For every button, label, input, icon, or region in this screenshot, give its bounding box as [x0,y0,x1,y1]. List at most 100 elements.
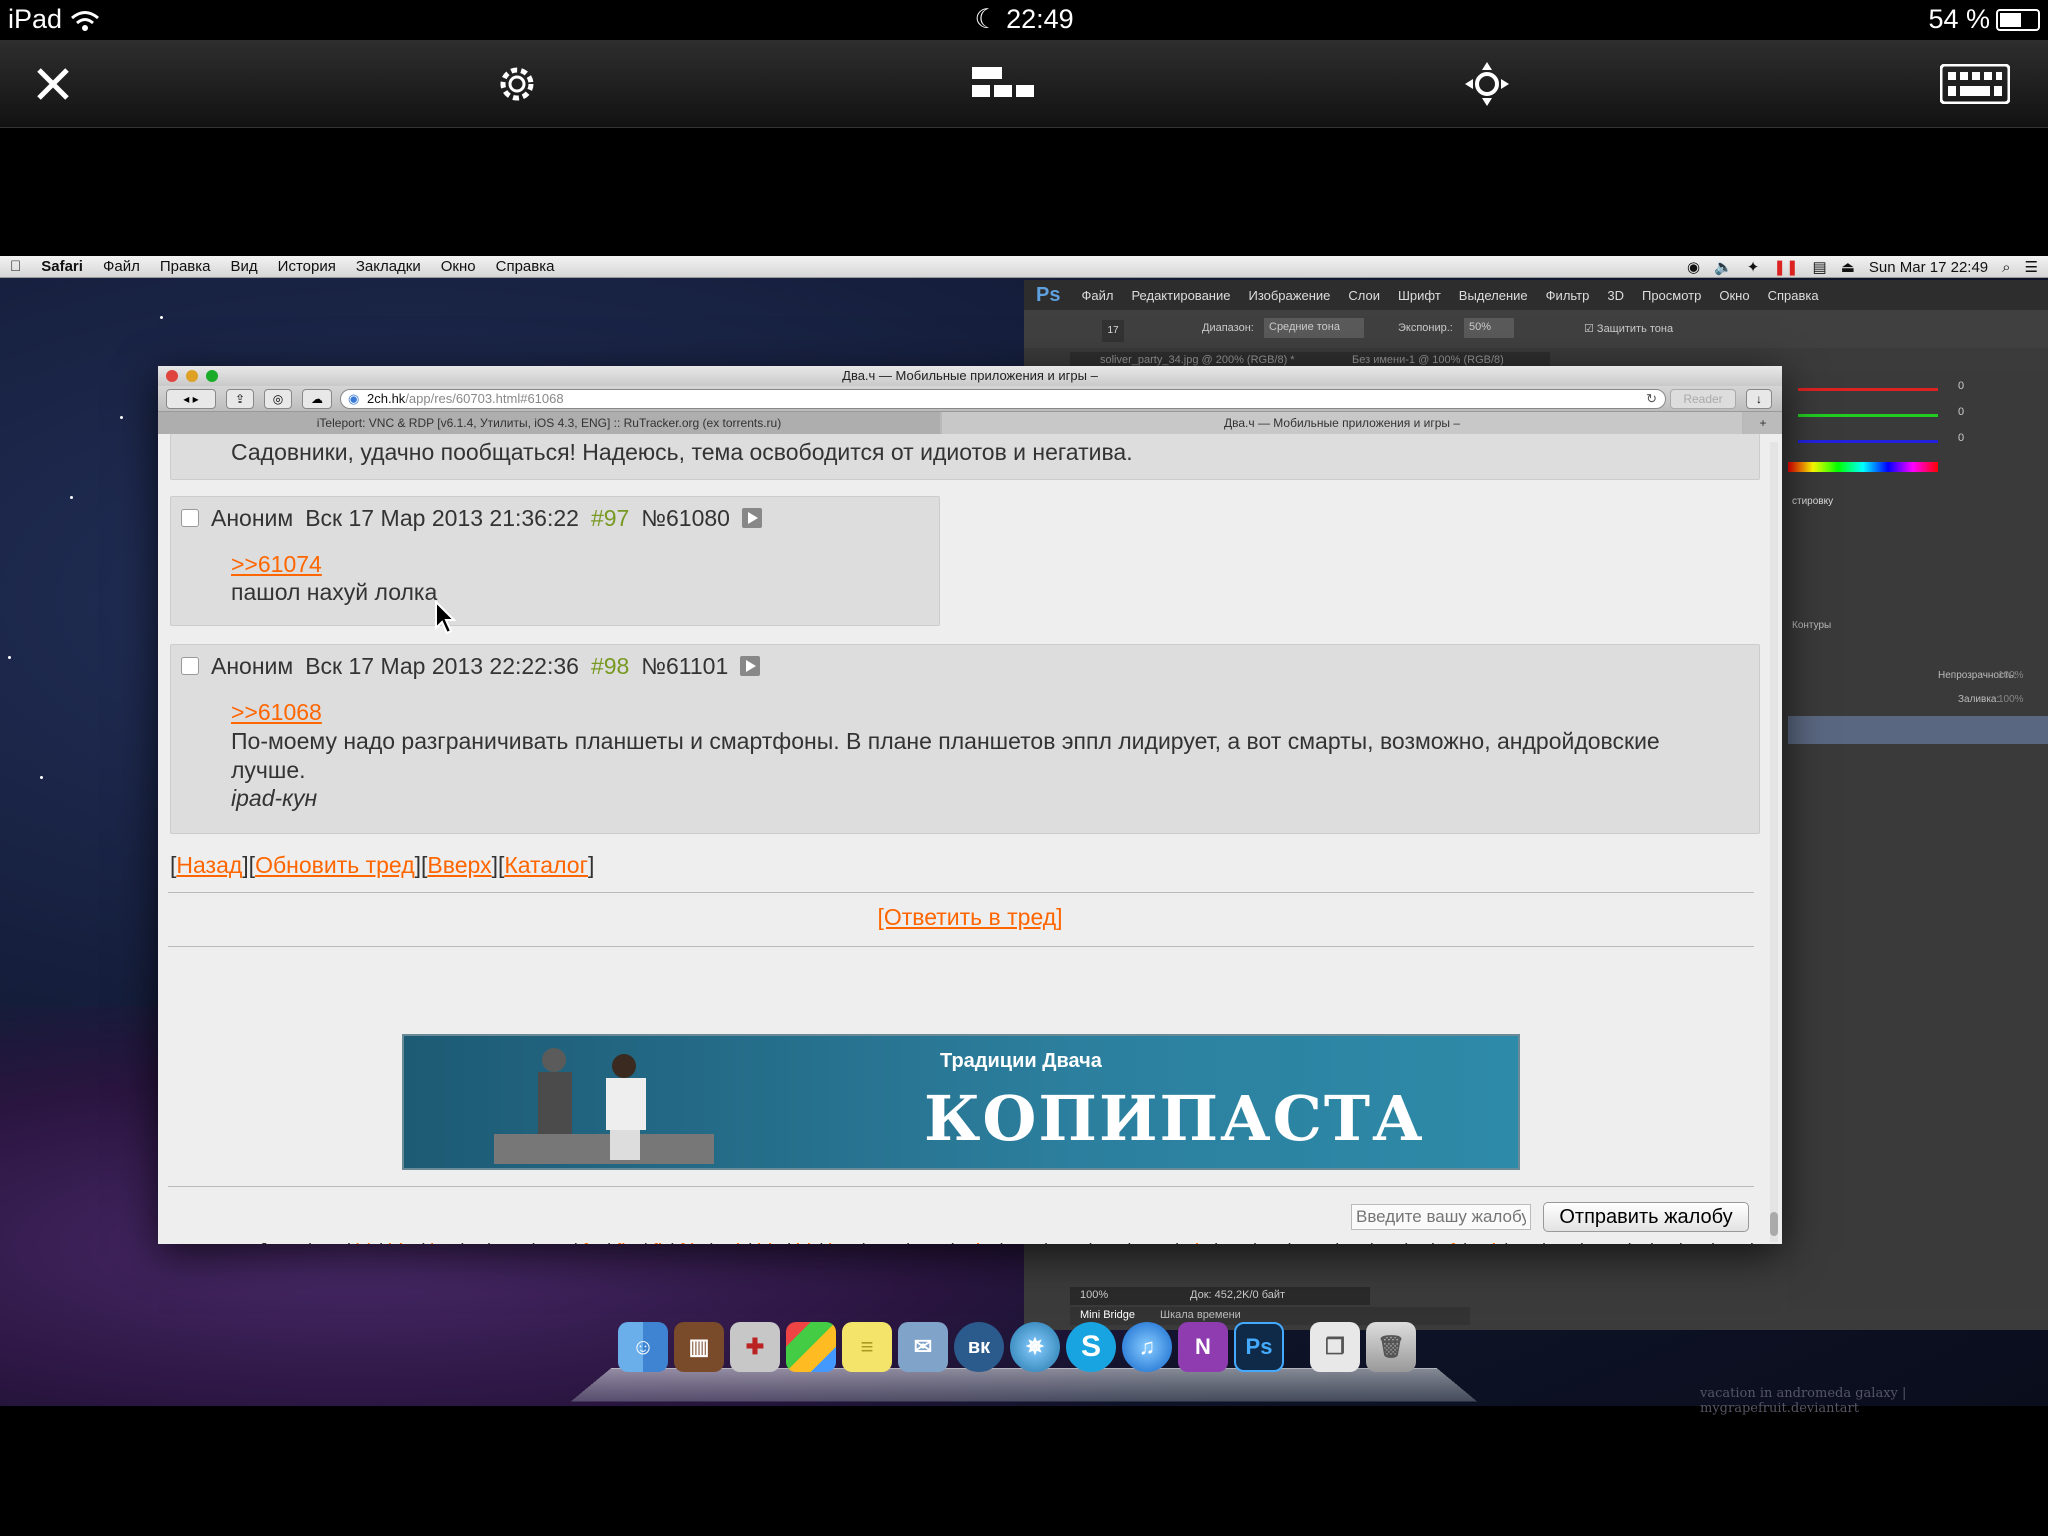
topic-link-hw[interactable]: hw [828,1241,854,1244]
topic-link-sn[interactable]: sn [1513,1241,1534,1244]
menu-help[interactable]: Справка [486,258,565,275]
onenote-icon[interactable]: N [1178,1322,1228,1372]
topic-link-s[interactable]: s [1413,1241,1423,1244]
topic-link-mlp[interactable]: mlp [959,1241,991,1244]
tab-2ch[interactable]: Два.ч — Мобильные приложения и игры – [942,412,1742,434]
ps-menu-3d[interactable]: 3D [1598,288,1633,303]
topic-link-pr[interactable]: pr [1262,1241,1280,1244]
reply-to-thread-link[interactable]: [Ответить в тред] [877,904,1062,930]
topic-link-mg[interactable]: mg [915,1241,943,1244]
post-checkbox[interactable] [181,509,199,527]
topic-link-tv[interactable]: tv [1687,1241,1703,1244]
post-number[interactable]: #98 [591,653,629,680]
reader-button[interactable]: Reader [1670,389,1736,409]
close-icon[interactable] [18,56,88,112]
reply-link[interactable]: >>61068 [231,699,322,726]
ps-menu-file[interactable]: Файл [1072,288,1122,303]
topic-link-sci[interactable]: sci [1472,1241,1496,1244]
page-scrollbar[interactable] [1770,442,1778,1242]
topic-link-ew[interactable]: ew [540,1241,566,1244]
volume-icon[interactable]: 🔈 [1714,258,1733,276]
ps-layer-row[interactable] [1788,716,2048,744]
downloads-icon[interactable]: ↓ [1746,389,1772,409]
nav-catalog-link[interactable]: Каталог [504,852,588,878]
topic-link-ne[interactable]: ne [1097,1241,1119,1244]
finder-windows-icon[interactable] [786,1322,836,1372]
safari-icon[interactable]: ✵ [1010,1322,1060,1372]
skype-icon[interactable]: S [1066,1322,1116,1372]
clock-text[interactable]: Sun Mar 17 22:49 [1869,259,1988,276]
topic-link-t[interactable]: t [1636,1241,1642,1244]
tab-rutracker[interactable]: iTeleport: VNC & RDP [v6.1.4, Утилиты, i… [158,412,940,434]
menu-edit[interactable]: Правка [150,258,221,275]
photoshop-icon[interactable]: Ps [1234,1322,1284,1372]
menu-app-safari[interactable]: Safari [31,258,93,275]
books-icon[interactable]: ▥ [674,1322,724,1372]
url-field[interactable]: ◉ 2ch.hk/app/res/60703.html#61068 ↻ [340,389,1666,409]
pause-icon[interactable]: ❚❚ [1773,258,1798,276]
topic-link-hh[interactable]: hh [757,1241,779,1244]
post-number[interactable]: #97 [591,505,629,532]
list-icon[interactable]: ☰ [2025,258,2038,276]
menu-window[interactable]: Окно [431,258,486,275]
record-icon[interactable]: ◉ [1687,258,1700,276]
menu-bookmarks[interactable]: Закладки [346,258,431,275]
mail-icon[interactable]: ✉ [898,1322,948,1372]
nav-refresh-link[interactable]: Обновить тред [255,852,415,878]
topic-link-bi[interactable]: bi [355,1241,371,1244]
topic-link-tr[interactable]: tr [1658,1241,1670,1244]
ps-menu-help[interactable]: Справка [1759,288,1828,303]
ps-tab-1[interactable]: soliver_party_34.jpg @ 200% (RGB/8) * [1100,354,1295,366]
ps-tab-2[interactable]: Без имени-1 @ 100% (RGB/8) [1352,354,1504,366]
ps-paths-tab[interactable]: Контуры [1792,620,1831,631]
topic-link-ph[interactable]: ph [1184,1241,1206,1244]
spotlight-icon[interactable]: ⌕ [2002,259,2010,276]
topic-link-sp[interactable]: sp [1551,1241,1572,1244]
ps-menu-window[interactable]: Окно [1710,288,1758,303]
topic-link-fl[interactable]: fl [652,1241,662,1244]
ps-menu-view[interactable]: Просмотр [1633,288,1710,303]
play-icon[interactable] [741,508,762,528]
topic-link-ra[interactable]: ra [1344,1241,1362,1244]
complaint-input[interactable] [1351,1204,1531,1230]
back-forward-button[interactable]: ◂ ▸ [166,389,216,409]
icloud-icon[interactable]: ☁ [302,389,332,409]
topic-link-me[interactable]: me [870,1241,898,1244]
send-complaint-button[interactable]: Отправить жалобу [1543,1202,1749,1232]
zoom-window-button[interactable] [206,370,218,382]
gear-icon[interactable] [482,56,552,112]
ps-menu-filter[interactable]: Фильтр [1537,288,1599,303]
play-icon[interactable] [740,656,761,676]
documents-icon[interactable]: ❐ [1310,1322,1360,1372]
topic-link-biz[interactable]: biz [388,1241,414,1244]
ps-protect-checkbox[interactable]: ☑ Защитить тона [1584,322,1673,335]
topic-link-bo[interactable]: bo [430,1241,452,1244]
share-icon[interactable]: ⇪ [226,389,254,409]
ps-tab-timeline[interactable]: Шкала времени [1160,1309,1241,1321]
ps-fill-value[interactable]: 100% [1998,694,2024,705]
apple-icon[interactable]:  [0,258,31,275]
finder-icon[interactable]: ☺ [618,1322,668,1372]
topic-link-em[interactable]: em [495,1241,523,1244]
ps-color-ramp[interactable] [1788,462,1938,472]
screen-layout-icon[interactable] [968,56,1038,112]
ps-green-slider[interactable] [1798,414,1938,417]
ps-blue-slider[interactable] [1798,440,1938,443]
menu-history[interactable]: История [268,258,346,275]
stickies-icon[interactable]: ≡ [842,1322,892,1372]
reply-link[interactable]: >>61074 [231,551,322,578]
dropbox-icon[interactable]: ✦ [1747,258,1760,276]
topic-link-psy[interactable]: psy [1296,1241,1327,1244]
topic-link-mu[interactable]: mu [1052,1241,1080,1244]
topic-link-po[interactable]: po [1223,1241,1245,1244]
ps-exposure-input[interactable]: 50% [1464,318,1514,338]
keyboard-icon[interactable] [1940,56,2010,112]
topic-link-mo[interactable]: mo [1008,1241,1036,1244]
ps-blue-value[interactable]: 0 [1958,432,1964,444]
move-icon[interactable] [1452,56,1522,112]
ps-range-select[interactable]: Средние тона [1264,318,1364,338]
topic-link-c[interactable]: c [469,1241,479,1244]
eject-icon[interactable]: ⏏ [1841,258,1855,276]
ps-menu-image[interactable]: Изображение [1239,288,1339,303]
ps-green-value[interactable]: 0 [1958,406,1964,418]
